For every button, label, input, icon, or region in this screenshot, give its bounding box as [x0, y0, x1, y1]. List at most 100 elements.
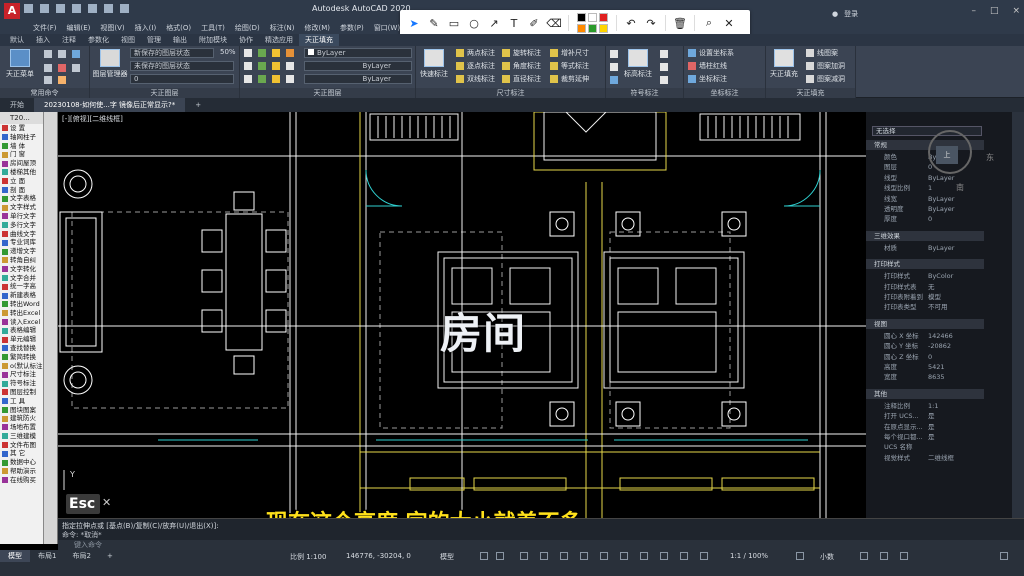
properties-title-strip[interactable]	[1012, 112, 1024, 518]
lineweight-toggle-icon[interactable]	[600, 552, 608, 560]
viewport-controls-label[interactable]: [-][俯视][二维线框]	[62, 114, 123, 124]
tab-start[interactable]: 开始	[0, 98, 34, 112]
color-wheel-icon[interactable]	[286, 49, 294, 57]
close-icon[interactable]: ✕	[719, 13, 739, 33]
workspace-gear-icon[interactable]	[796, 552, 804, 560]
property-row[interactable]: 打印表附着到 模型	[866, 292, 984, 302]
tool-palette-item[interactable]: 场地布置	[0, 423, 43, 432]
tab-view[interactable]: 视图	[115, 34, 141, 46]
tool-palette-item[interactable]: 图块图案	[0, 406, 43, 415]
property-row[interactable]: 圆心 Z 坐标 0	[866, 352, 984, 362]
tab-default[interactable]: 默认	[4, 34, 30, 46]
unisolate-icon[interactable]	[258, 62, 266, 70]
circle-icon[interactable]: ○	[464, 13, 484, 33]
tool-palette-item[interactable]: 剖 面	[0, 186, 43, 195]
save-icon[interactable]	[56, 4, 65, 13]
add-dim-button[interactable]: 增补尺寸	[550, 48, 589, 58]
arrow-icon[interactable]: ↗	[484, 13, 504, 33]
tool-palette-item[interactable]: 设 置	[0, 124, 43, 133]
color-swatch-red[interactable]	[599, 13, 608, 22]
maximize-button[interactable]: □	[990, 6, 999, 16]
layer-previous-icon[interactable]	[244, 75, 252, 83]
tab-annotate[interactable]: 注释	[56, 34, 82, 46]
color-swatch-orange[interactable]	[577, 24, 586, 33]
select-icon[interactable]: ➤	[404, 13, 424, 33]
property-row[interactable]: 每个视口都... 是	[866, 432, 984, 442]
property-row[interactable]: 注释比例 1:1	[866, 401, 984, 411]
property-row[interactable]: 透明度 ByLayer	[866, 204, 984, 214]
tool-palette-item[interactable]: 数据中心	[0, 458, 43, 467]
property-row[interactable]: 线型 ByLayer	[866, 173, 984, 183]
stair-icon[interactable]	[58, 64, 66, 72]
layer-icon[interactable]	[58, 50, 66, 58]
color-swatch-white[interactable]	[588, 13, 597, 22]
tool-palette-item[interactable]: 工 具	[0, 397, 43, 406]
sign-in-link[interactable]: 登录	[844, 9, 858, 19]
current-layer-combo[interactable]: 0	[130, 74, 234, 84]
tool-palette-item[interactable]: 曲线文字	[0, 230, 43, 239]
osnap-toggle-icon[interactable]	[560, 552, 568, 560]
linetype-combo[interactable]: ByLayer	[304, 61, 412, 71]
tool-palette-item[interactable]: 文字样式	[0, 203, 43, 212]
color-swatch-black[interactable]	[577, 13, 586, 22]
open-file-icon[interactable]	[40, 4, 49, 13]
tool-palette-item[interactable]: 表格编辑	[0, 326, 43, 335]
tool-palette-item[interactable]: 单元编辑	[0, 335, 43, 344]
tool-palette-item[interactable]: 楼梯其他	[0, 168, 43, 177]
properties-section-header[interactable]: 视图	[866, 318, 984, 329]
arrow-symbol-icon[interactable]	[610, 63, 618, 71]
tab-output[interactable]: 输出	[167, 34, 193, 46]
customize-menu-icon[interactable]	[1000, 552, 1008, 560]
property-row[interactable]: 线型比例 1	[866, 183, 984, 193]
ortho-toggle-icon[interactable]	[520, 552, 528, 560]
property-row[interactable]: 宽度 8635	[866, 372, 984, 382]
tool-palette-item[interactable]: 尺寸标注	[0, 370, 43, 379]
tool-palette-item[interactable]: 文件布图	[0, 441, 43, 450]
tool-palette-item[interactable]: 文字合并	[0, 274, 43, 283]
tool-palette-item[interactable]: 新建表格	[0, 291, 43, 300]
layer-on-icon[interactable]	[258, 49, 266, 57]
elevation-mark-button[interactable]: 标高标注	[620, 49, 656, 79]
angle-dim-button[interactable]: 角度标注	[502, 61, 541, 71]
property-row[interactable]: 打印样式表 无	[866, 282, 984, 292]
otrack-toggle-icon[interactable]	[580, 552, 588, 560]
tool-palette-item[interactable]: 建筑防火	[0, 414, 43, 423]
selection-cycling-icon[interactable]	[640, 552, 648, 560]
tab-current-drawing[interactable]: 20230108-如何使...字 镜像后正常显示?*	[34, 98, 186, 112]
properties-section-header[interactable]: 打印样式	[866, 259, 984, 270]
text-icon[interactable]: T	[504, 13, 524, 33]
diameter-dim-button[interactable]: 直径标注	[502, 74, 541, 84]
menu-view[interactable]: 视图(V)	[95, 22, 129, 34]
redo-icon[interactable]	[120, 4, 129, 13]
lineweight-combo[interactable]: ByLayer	[304, 74, 412, 84]
tool-palette-item[interactable]: 三维建模	[0, 432, 43, 441]
door-icon[interactable]	[44, 64, 52, 72]
menu-dimension[interactable]: 标注(N)	[265, 22, 300, 34]
tool-palette-item[interactable]: o(默认标注)	[0, 362, 43, 371]
tool-palette-item[interactable]: 专业词库	[0, 238, 43, 247]
print-icon[interactable]	[88, 4, 97, 13]
close-window-button[interactable]: ×	[1012, 6, 1020, 16]
tool-palette-item[interactable]: 符号标注	[0, 379, 43, 388]
layer-manager-button[interactable]: 图层管理器	[92, 49, 128, 79]
tool-palette-item[interactable]: 单行文字	[0, 212, 43, 221]
menu-format[interactable]: 格式(O)	[161, 22, 196, 34]
set-ucs-button[interactable]: 设置坐标系	[688, 48, 734, 58]
minimize-button[interactable]: –	[971, 6, 976, 16]
tool-palette-item[interactable]: 帮助演示	[0, 467, 43, 476]
tool-palette-item[interactable]: 轴网柱子	[0, 133, 43, 142]
new-file-icon[interactable]	[24, 4, 33, 13]
two-point-dim-button[interactable]: 两点标注	[456, 48, 495, 58]
tool-palette-item[interactable]: 繁简转换	[0, 353, 43, 362]
grid-icon[interactable]	[44, 50, 52, 58]
dynamic-ucs-icon[interactable]	[680, 552, 688, 560]
property-row[interactable]: UCS 名称	[866, 442, 984, 452]
add-layout-button[interactable]: +	[99, 550, 121, 562]
selection-combo[interactable]: 无选择	[872, 126, 982, 136]
menu-tools[interactable]: 工具(T)	[196, 22, 230, 34]
property-row[interactable]: 圆心 X 坐标 142466	[866, 331, 984, 341]
pattern-add-hole-button[interactable]: 图案加洞	[806, 61, 845, 71]
room-text-label[interactable]: 房间	[440, 300, 526, 361]
marker-icon[interactable]: ✐	[524, 13, 544, 33]
tab-featured[interactable]: 精选应用	[259, 34, 299, 46]
